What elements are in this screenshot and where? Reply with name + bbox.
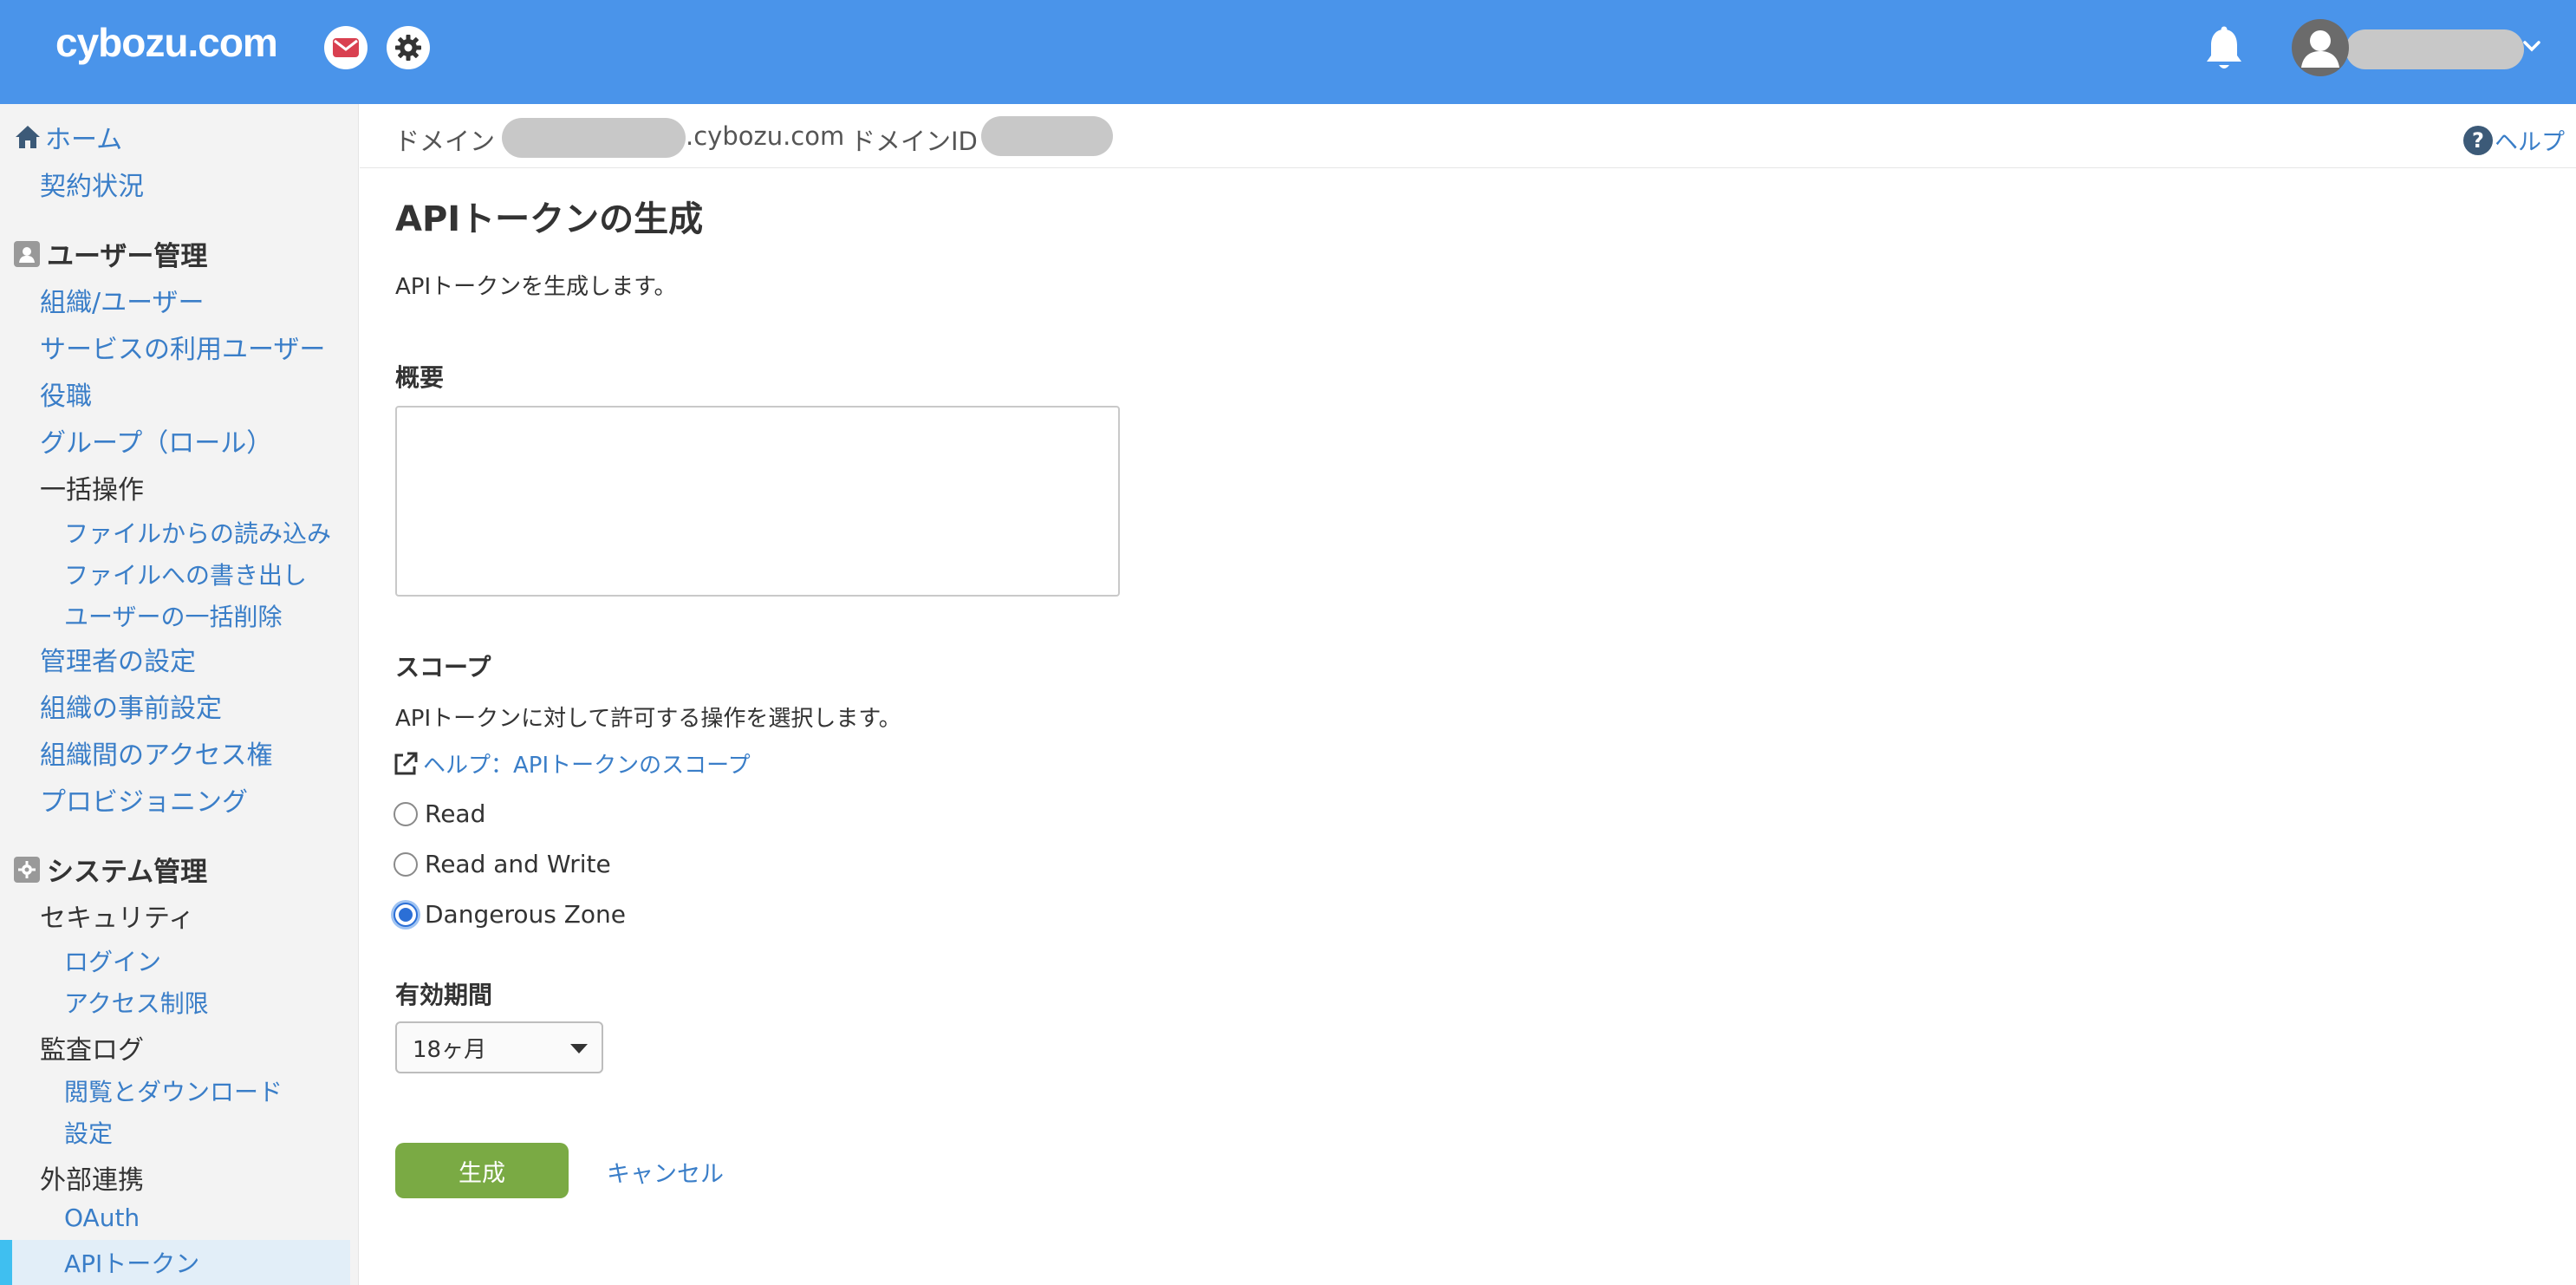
- person-icon: [2301, 30, 2339, 68]
- radio-label: Read and Write: [425, 850, 611, 878]
- radio-label: Dangerous Zone: [425, 900, 627, 929]
- sidebar-item-export-file[interactable]: ファイルへの書き出し: [64, 557, 307, 591]
- scope-help-link[interactable]: ヘルプ：APIトークンのスコープ: [392, 747, 751, 779]
- domain-id-label: ドメインID: [850, 127, 978, 156]
- sidebar-item-security: セキュリティ: [40, 903, 195, 934]
- user-icon: [14, 240, 40, 267]
- home-icon: [16, 126, 40, 148]
- radio-button-selected[interactable]: [394, 902, 418, 927]
- settings-icon: [14, 856, 40, 883]
- sidebar-item-provisioning[interactable]: プロビジョニング: [40, 780, 248, 819]
- sidebar-item-login[interactable]: ログイン: [64, 943, 161, 978]
- sidebar-item-api-token[interactable]: APIトークン: [64, 1245, 199, 1280]
- sidebar-item-import-file[interactable]: ファイルからの読み込み: [64, 515, 331, 550]
- page-title: APIトークンの生成: [395, 199, 704, 239]
- scope-option-read-write[interactable]: Read and Write: [394, 850, 611, 878]
- radio-button[interactable]: [394, 801, 418, 826]
- cybozu-logo[interactable]: cybozu.com: [55, 19, 278, 66]
- external-link-icon: [394, 752, 418, 774]
- domain-label: ドメイン: [394, 127, 496, 156]
- section-title: システム管理: [47, 857, 208, 888]
- sidebar-item-access-restriction[interactable]: アクセス制限: [64, 985, 209, 1020]
- sidebar-item-org-presettings[interactable]: 組織の事前設定: [40, 687, 222, 725]
- sidebar-item-audit-settings[interactable]: 設定: [64, 1115, 113, 1150]
- gear-icon[interactable]: [387, 26, 430, 69]
- sidebar-active-indicator: [0, 1240, 12, 1285]
- summary-label: 概要: [395, 363, 445, 392]
- summary-textarea[interactable]: [395, 406, 1120, 597]
- help-icon: ?: [2463, 125, 2493, 155]
- sidebar-section-user-management: ユーザー管理: [14, 234, 207, 273]
- sidebar-item-bulk-delete[interactable]: ユーザーの一括削除: [64, 598, 282, 633]
- domain-name-redacted: [502, 118, 686, 158]
- generate-button[interactable]: 生成: [395, 1143, 569, 1198]
- sidebar-item-org-users[interactable]: 組織/ユーザー: [40, 281, 205, 319]
- top-header: cybozu.com: [0, 0, 2576, 104]
- page-description: APIトークンを生成します。: [395, 274, 677, 300]
- sidebar-item-bulk-operations: 一括操作: [40, 475, 144, 506]
- sidebar-item-admin-settings[interactable]: 管理者の設定: [40, 640, 196, 678]
- radio-label: Read: [425, 799, 486, 828]
- help-label: ヘルプ: [2495, 129, 2565, 156]
- mail-icon[interactable]: [324, 26, 368, 69]
- sidebar-item-home[interactable]: ホーム: [14, 118, 122, 156]
- domain-id-redacted: [981, 116, 1113, 156]
- domain-suffix: .cybozu.com: [686, 121, 845, 151]
- sidebar-item-contract[interactable]: 契約状況: [40, 165, 144, 203]
- sidebar-item-audit-log: 監査ログ: [40, 1035, 144, 1066]
- sidebar-item-oauth[interactable]: OAuth: [64, 1203, 140, 1232]
- help-link[interactable]: ? ヘルプ: [2463, 123, 2565, 157]
- section-title: ユーザー管理: [47, 241, 208, 272]
- cancel-link[interactable]: キャンセル: [607, 1155, 724, 1189]
- expiry-selected-value: 18ヶ月: [413, 1036, 487, 1063]
- expiry-select[interactable]: 18ヶ月: [395, 1021, 603, 1073]
- sidebar-item-label: ホーム: [45, 125, 123, 155]
- scope-label: スコープ: [395, 653, 491, 682]
- sidebar-item-roles[interactable]: 役職: [40, 375, 92, 413]
- radio-button[interactable]: [394, 851, 418, 877]
- scope-help-label: ヘルプ：APIトークンのスコープ: [423, 753, 751, 779]
- scope-option-dangerous-zone[interactable]: Dangerous Zone: [394, 900, 626, 929]
- user-avatar[interactable]: [2292, 19, 2349, 76]
- sidebar-item-external-integration: 外部連携: [40, 1165, 144, 1196]
- sidebar-item-groups[interactable]: グループ（ロール）: [40, 421, 272, 460]
- sidebar-item-service-users[interactable]: サービスの利用ユーザー: [40, 328, 325, 366]
- sidebar-item-view-download[interactable]: 閲覧とダウンロード: [64, 1073, 283, 1108]
- dropdown-caret-icon: [570, 1044, 588, 1053]
- scope-option-read[interactable]: Read: [394, 799, 485, 828]
- scope-description: APIトークンに対して許可する操作を選択します。: [395, 706, 901, 732]
- sidebar-item-inter-org-access[interactable]: 組織間のアクセス権: [40, 734, 273, 772]
- user-name-redacted[interactable]: [2345, 29, 2524, 69]
- notification-bell-icon[interactable]: [2202, 24, 2247, 75]
- expiry-label: 有効期間: [395, 981, 493, 1009]
- domain-bar: ドメイン .cybozu.com ドメインID ? ヘルプ: [360, 104, 2576, 168]
- sidebar-section-system-management: システム管理: [14, 850, 207, 889]
- chevron-down-icon[interactable]: [2519, 33, 2545, 59]
